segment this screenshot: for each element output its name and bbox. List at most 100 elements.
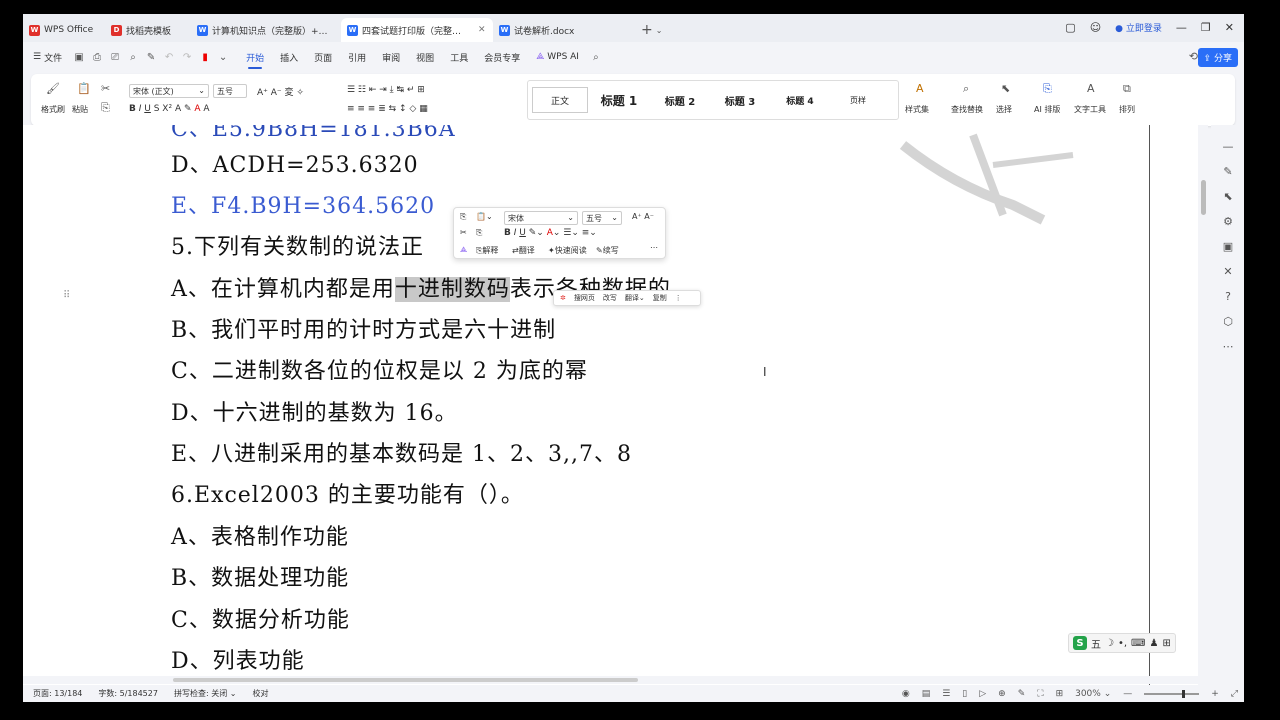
text-tools-label[interactable]: 文字工具 — [1074, 104, 1106, 115]
select-icon[interactable]: ⬉ — [1001, 82, 1010, 95]
share-button[interactable]: ⇪ 分享 — [1197, 48, 1238, 67]
more-icon[interactable]: ⋯ — [650, 243, 658, 252]
tab-doc-3[interactable]: W 试卷解析.docx — [493, 18, 633, 42]
more-icon[interactable]: ⋯ — [1221, 340, 1235, 353]
cube-icon[interactable]: ⬡ — [1221, 315, 1235, 328]
preview-icon[interactable]: ⌕ — [126, 52, 140, 63]
font-name-select[interactable]: 宋体 (正文) ⌄ — [129, 84, 209, 98]
clipboard-icon[interactable]: ⎘ — [476, 228, 482, 238]
style-footer[interactable]: 页样 — [830, 87, 886, 113]
export-icon[interactable]: ⎙ — [90, 52, 104, 63]
style-heading-3[interactable]: 标题 3 — [710, 87, 770, 113]
layout-icon[interactable]: ▢ — [1065, 21, 1075, 34]
file-menu[interactable]: ☰ 文件 — [33, 44, 62, 70]
copy-icon[interactable]: ⎘ — [101, 101, 110, 115]
quick-read-button[interactable]: ✦快速阅读 — [548, 245, 587, 256]
font-grow-icon[interactable]: A⁺ A⁻ — [632, 212, 654, 221]
tab-docer[interactable]: D 找稻壳模板 — [105, 18, 191, 42]
ime-toolbar[interactable]: S 五 ☽ •, ⌨ ♟ ⊞ — [1068, 633, 1176, 653]
font-grow-icon[interactable]: A⁺ A⁻ 変 ✧ — [257, 85, 304, 98]
spell-check[interactable]: 拼写检查: 关闭 ⌄ — [174, 688, 237, 699]
cut-icon[interactable]: ✂ — [460, 228, 467, 237]
sliders-icon[interactable]: ⚙ — [1221, 215, 1235, 228]
page-view-icon[interactable]: ▤ — [922, 689, 931, 699]
selected-text[interactable]: 十进制数码 — [394, 277, 510, 302]
continue-write-button[interactable]: ✎续写 — [596, 245, 619, 256]
font-size-select[interactable]: 五号 — [213, 84, 247, 98]
list-buttons[interactable]: ☰ ☷ ⇤ ⇥ ⤓ ↹ ↵ ⊞ — [347, 85, 425, 95]
tab-doc-2[interactable]: W 四套试题打印版（完整版）... ✕ — [341, 18, 493, 42]
pen-icon[interactable]: ✎ — [144, 52, 158, 63]
tab-wps-home[interactable]: W WPS Office — [23, 18, 105, 42]
search-web-button[interactable]: 搜网页 — [574, 293, 595, 303]
cut-icon[interactable]: ✂ — [101, 82, 110, 95]
paste-icon[interactable]: 📋 — [77, 82, 91, 95]
word-count[interactable]: 字数: 5/184527 — [98, 688, 158, 699]
find-replace-icon[interactable]: ⌕ — [963, 82, 969, 96]
text-tools-icon[interactable]: A — [1087, 82, 1095, 95]
find-replace-label[interactable]: 查找替换 — [951, 104, 983, 115]
print-icon[interactable]: ⎚ — [108, 52, 122, 63]
translate-button[interactable]: 翻译⌄ — [625, 293, 645, 303]
help-icon[interactable]: ? — [1221, 290, 1235, 303]
menu-wps-ai[interactable]: ⟁ WPS AI — [536, 44, 579, 70]
zoom-out-icon[interactable]: — — [1123, 689, 1132, 699]
zoom-in-icon[interactable]: + — [1211, 689, 1219, 699]
float-format-buttons[interactable]: B I U ✎⌄ A⌄ ☰⌄ ≡⌄ — [504, 228, 597, 238]
image-icon[interactable]: ▣ — [1221, 240, 1235, 253]
tab-doc-1[interactable]: W 计算机知识点（完整版）+试卷解析... — [191, 18, 341, 42]
translate-button[interactable]: ⇄翻译 — [512, 245, 535, 256]
style-heading-4[interactable]: 标题 4 — [770, 87, 830, 113]
horizontal-scrollbar[interactable] — [23, 676, 1198, 684]
menu-view[interactable]: 视图 — [416, 44, 434, 70]
arrange-label[interactable]: 排列 — [1119, 104, 1135, 115]
restore-button[interactable]: ❐ — [1201, 21, 1211, 34]
close-window-button[interactable]: ✕ — [1225, 21, 1234, 34]
drag-handle-icon[interactable]: ⠿ — [63, 290, 70, 301]
ai-layout-label[interactable]: AI 排版 — [1034, 104, 1060, 115]
arrange-icon[interactable]: ⧉ — [1123, 82, 1131, 96]
vertical-scrollbar[interactable] — [1198, 125, 1208, 685]
copy-button[interactable]: 复制 — [653, 293, 667, 303]
close-icon[interactable]: ✕ — [478, 25, 486, 35]
more-icon[interactable]: ⋮ — [675, 294, 682, 302]
rewrite-button[interactable]: 改写 — [603, 293, 617, 303]
menu-references[interactable]: 引用 — [348, 44, 366, 70]
outline-icon[interactable]: ☰ — [942, 689, 950, 699]
login-button[interactable]: ● 立即登录 — [1115, 21, 1162, 34]
menu-vip[interactable]: 会员专享 — [484, 44, 520, 70]
chevron-down-icon[interactable]: ⌄ — [216, 52, 230, 63]
search-icon[interactable]: ⌕ — [589, 52, 603, 63]
menu-page[interactable]: 页面 — [314, 44, 332, 70]
grid-icon[interactable]: ⊞ — [1056, 689, 1064, 699]
menu-insert[interactable]: 插入 — [280, 44, 298, 70]
menu-home[interactable]: 开始 — [246, 44, 264, 70]
cursor-icon[interactable]: ⬉ — [1221, 190, 1235, 203]
format-painter-icon[interactable]: 🖌 — [46, 82, 60, 95]
eye-icon[interactable]: ◉ — [902, 689, 910, 699]
style-normal[interactable]: 正文 — [532, 87, 588, 113]
paste-icon[interactable]: 📋⌄ — [476, 212, 493, 221]
zoom-slider[interactable] — [1144, 689, 1200, 698]
explain-button[interactable]: ⎘解释 — [476, 245, 498, 256]
style-set-label[interactable]: 样式集 — [905, 104, 929, 115]
style-heading-2[interactable]: 标题 2 — [650, 87, 710, 113]
undo-icon[interactable]: ↶ — [162, 52, 176, 63]
marker-icon[interactable]: ▮ — [198, 52, 212, 63]
scroll-thumb[interactable] — [1201, 180, 1206, 215]
style-heading-1[interactable]: 标题 1 — [588, 87, 650, 113]
sync-icon[interactable]: ⟲ — [1189, 50, 1198, 63]
minimize-button[interactable]: — — [1176, 21, 1187, 34]
pen-icon[interactable]: ✎ — [1018, 689, 1026, 699]
float-font-select[interactable]: 宋体 ⌄ — [504, 211, 578, 225]
search-icon[interactable]: ✲ — [560, 294, 566, 302]
scroll-thumb[interactable] — [173, 678, 638, 682]
play-icon[interactable]: ▷ — [979, 689, 986, 699]
fullscreen-icon[interactable]: ⤢ — [1231, 689, 1238, 699]
menu-review[interactable]: 审阅 — [382, 44, 400, 70]
ai-icon[interactable]: ⟁ — [460, 245, 467, 255]
read-icon[interactable]: ▯ — [962, 689, 967, 699]
new-tab-button[interactable]: + ⌄ — [641, 18, 662, 42]
copy-icon[interactable]: ⎘ — [460, 212, 466, 222]
proofread[interactable]: 校对 — [252, 688, 268, 699]
